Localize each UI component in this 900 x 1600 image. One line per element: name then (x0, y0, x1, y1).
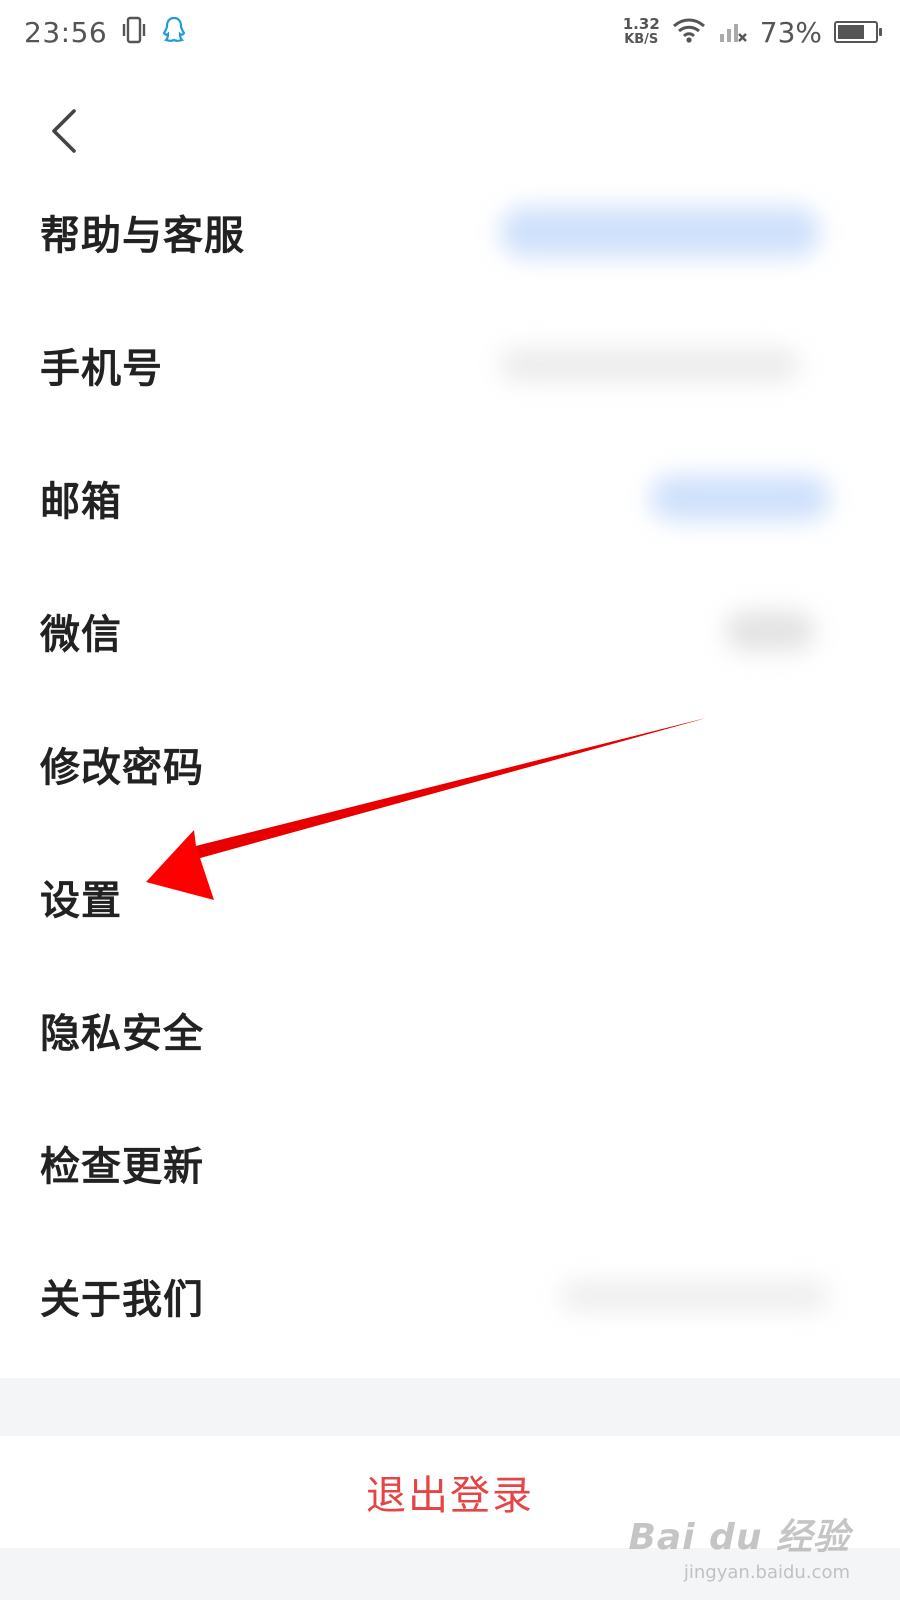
status-right: 1.32 KB/S 73% (622, 15, 882, 49)
menu-item-label: 修改密码 (40, 744, 204, 791)
blurred-value (560, 1280, 830, 1311)
menu-item-label: 关于我们 (40, 1276, 204, 1323)
back-button[interactable] (38, 104, 88, 158)
qq-icon (161, 15, 187, 49)
menu-item-wechat[interactable]: 微信 (0, 564, 900, 697)
menu-item-check-update[interactable]: 检查更新 (0, 1096, 900, 1229)
menu-item-privacy[interactable]: 隐私安全 (0, 963, 900, 1096)
settings-menu: 帮助与客服 手机号 邮箱 微信 修改密码 设置 隐私安全 检查更新 关于我们 (0, 165, 900, 1362)
menu-item-phone[interactable]: 手机号 (0, 298, 900, 431)
menu-item-settings[interactable]: 设置 (0, 830, 900, 963)
signal-icon (718, 16, 748, 48)
menu-item-email[interactable]: 邮箱 (0, 431, 900, 564)
blurred-value (725, 610, 815, 651)
blurred-value (500, 206, 820, 257)
menu-item-label: 微信 (40, 611, 122, 658)
menu-item-change-password[interactable]: 修改密码 (0, 697, 900, 830)
menu-item-label: 隐私安全 (40, 1010, 204, 1057)
vibrate-icon (121, 15, 147, 49)
menu-item-help[interactable]: 帮助与客服 (0, 165, 900, 298)
menu-item-about[interactable]: 关于我们 (0, 1229, 900, 1362)
chevron-left-icon (52, 109, 76, 153)
menu-item-label: 检查更新 (40, 1143, 204, 1190)
logout-label: 退出登录 (366, 1473, 534, 1519)
status-bar: 23:56 1.32 KB/S 73% (0, 0, 900, 64)
battery-icon (834, 21, 882, 43)
menu-item-label: 帮助与客服 (40, 212, 245, 259)
status-time: 23:56 (24, 15, 108, 49)
watermark-url: jingyan.baidu.com (683, 1562, 850, 1583)
watermark: Bai du 经验 jingyan.baidu.com (628, 1508, 850, 1583)
network-speed-value: 1.32 (622, 15, 660, 33)
menu-item-label: 手机号 (40, 345, 163, 392)
blurred-value (500, 347, 800, 382)
status-left: 23:56 (24, 15, 187, 49)
menu-item-label: 邮箱 (40, 478, 122, 525)
watermark-logo: Bai du 经验 (628, 1517, 850, 1558)
network-speed: 1.32 KB/S (622, 15, 660, 48)
network-speed-unit: KB/S (624, 32, 659, 47)
battery-fill (838, 25, 865, 39)
blurred-value (650, 474, 830, 521)
menu-item-label: 设置 (40, 877, 122, 924)
section-separator (0, 1378, 900, 1436)
battery-percent: 73% (759, 15, 822, 49)
wifi-icon (672, 16, 706, 48)
